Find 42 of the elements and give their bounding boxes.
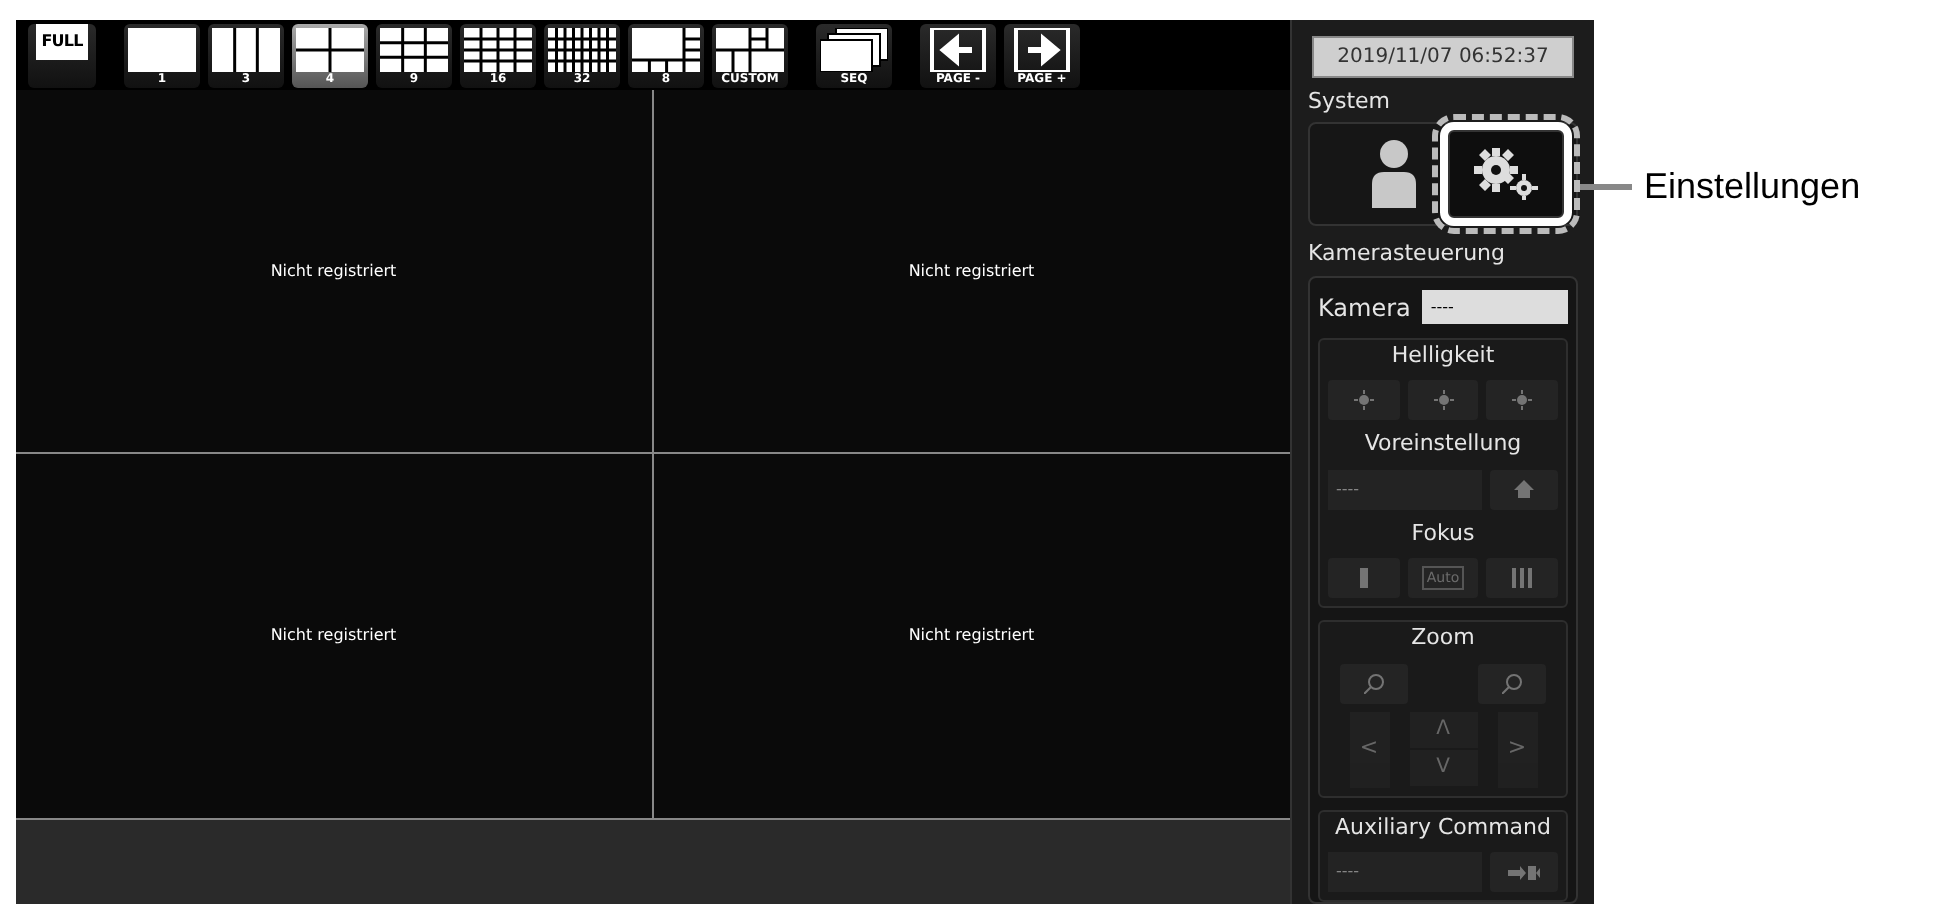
sun-icon [1433, 390, 1453, 410]
person-icon [1372, 140, 1416, 208]
nine-grid-icon [380, 27, 448, 71]
right-arrow-icon [1008, 27, 1076, 71]
focus-far-button[interactable] [1486, 558, 1559, 598]
house-icon [1513, 480, 1534, 498]
group-title: Voreinstellung [1362, 428, 1524, 460]
magnifier-icon [1364, 673, 1384, 693]
callout-label: Einstellungen [1644, 164, 1861, 210]
send-command-button[interactable] [1489, 852, 1558, 892]
status-text: Nicht registriert [270, 624, 397, 648]
single-view-icon [128, 27, 196, 71]
camera-select[interactable]: ---- [1422, 290, 1568, 324]
full-screen-button[interactable]: FULL [28, 23, 96, 87]
home-button[interactable] [1489, 469, 1558, 509]
group-title: Helligkeit [1389, 339, 1497, 371]
stacked-pages-icon [820, 27, 888, 71]
field-label: Kamera [1318, 291, 1411, 325]
left-arrow-icon [924, 27, 992, 71]
zoom-in-button[interactable] [1478, 663, 1546, 703]
magnifier-icon [1502, 673, 1522, 693]
section-title: Kamerasteuerung [1308, 238, 1508, 270]
quad-grid-icon [296, 27, 364, 71]
thirty-two-grid-icon [548, 27, 616, 71]
group-title: Auxiliary Command [1333, 811, 1553, 843]
date-time-display: 2019/11/07 06:52:37 [1312, 36, 1574, 78]
sixteen-grid-icon [464, 27, 532, 71]
section-title: System [1308, 85, 1393, 118]
status-text: Nicht registriert [908, 259, 1035, 283]
group-title: Fokus [1409, 517, 1477, 549]
sun-icon [1353, 390, 1374, 410]
arrow-camera-icon [1507, 863, 1540, 881]
status-text: Nicht registriert [270, 259, 397, 283]
sun-icon [1512, 390, 1533, 410]
custom-layout-icon [716, 27, 784, 71]
eight-split-icon [632, 27, 700, 71]
leader-line [1580, 184, 1632, 190]
gears-icon [1474, 148, 1538, 200]
group-title: Zoom [1409, 622, 1477, 654]
status-text: Nicht registriert [908, 624, 1035, 648]
bars-icon [1510, 568, 1535, 588]
three-column-icon [212, 27, 280, 71]
